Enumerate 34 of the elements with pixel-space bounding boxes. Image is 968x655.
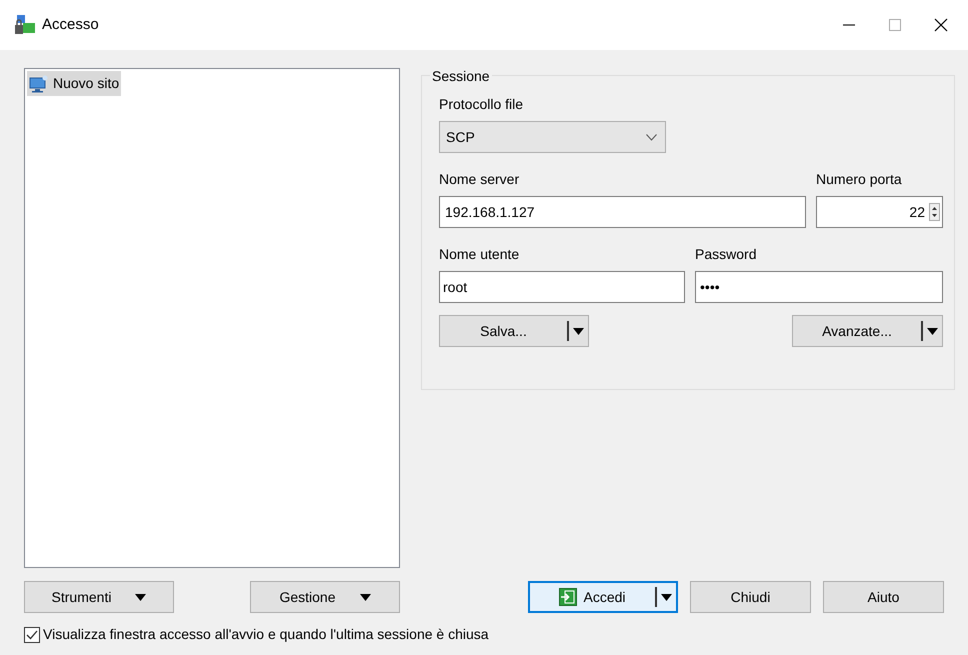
- caret-icon: [360, 594, 371, 600]
- login-icon: [559, 588, 578, 606]
- chevron-icon: [646, 134, 657, 140]
- field-label: Password: [695, 245, 758, 264]
- password-field[interactable]: ••••: [695, 271, 943, 303]
- split-button[interactable]: Avanzate...: [792, 315, 943, 347]
- caret-icon: [135, 594, 146, 600]
- menu-button[interactable]: Gestione: [250, 581, 400, 613]
- field-label: Protocollo file: [439, 95, 524, 114]
- window-title: Accesso: [42, 14, 99, 35]
- app-icon: [14, 15, 36, 35]
- caret-icon: [927, 328, 938, 334]
- checkbox[interactable]: [24, 626, 40, 642]
- field-label: Nome utente: [439, 245, 520, 264]
- field-label: Nome server: [439, 170, 520, 189]
- login-button[interactable]: Accedi: [528, 581, 678, 613]
- protocol-dropdown[interactable]: SCP: [439, 121, 666, 153]
- spinner-icon[interactable]: [929, 203, 940, 221]
- minimize-icon: [843, 24, 855, 26]
- maximize-icon: [889, 19, 901, 31]
- caret-icon: [573, 328, 584, 334]
- dialog-button[interactable]: Aiuto: [823, 581, 944, 613]
- split-button[interactable]: Salva...: [439, 315, 589, 347]
- host-field[interactable]: 192.168.1.127: [439, 196, 806, 228]
- site-item[interactable]: Nuovo sito: [27, 71, 122, 96]
- checkbox-label: Visualizza finestra accesso all'avvio e quando l'ultima sessione è chiusa: [43, 625, 489, 644]
- field-label: Numero porta: [816, 170, 903, 189]
- username-field[interactable]: root: [439, 271, 686, 303]
- close-icon: [934, 18, 948, 32]
- caret-icon: [661, 594, 672, 600]
- monitor-icon: [29, 74, 49, 92]
- menu-button[interactable]: Strumenti: [24, 581, 174, 613]
- dialog-button[interactable]: Chiudi: [690, 581, 811, 613]
- port-field[interactable]: 22: [816, 196, 943, 228]
